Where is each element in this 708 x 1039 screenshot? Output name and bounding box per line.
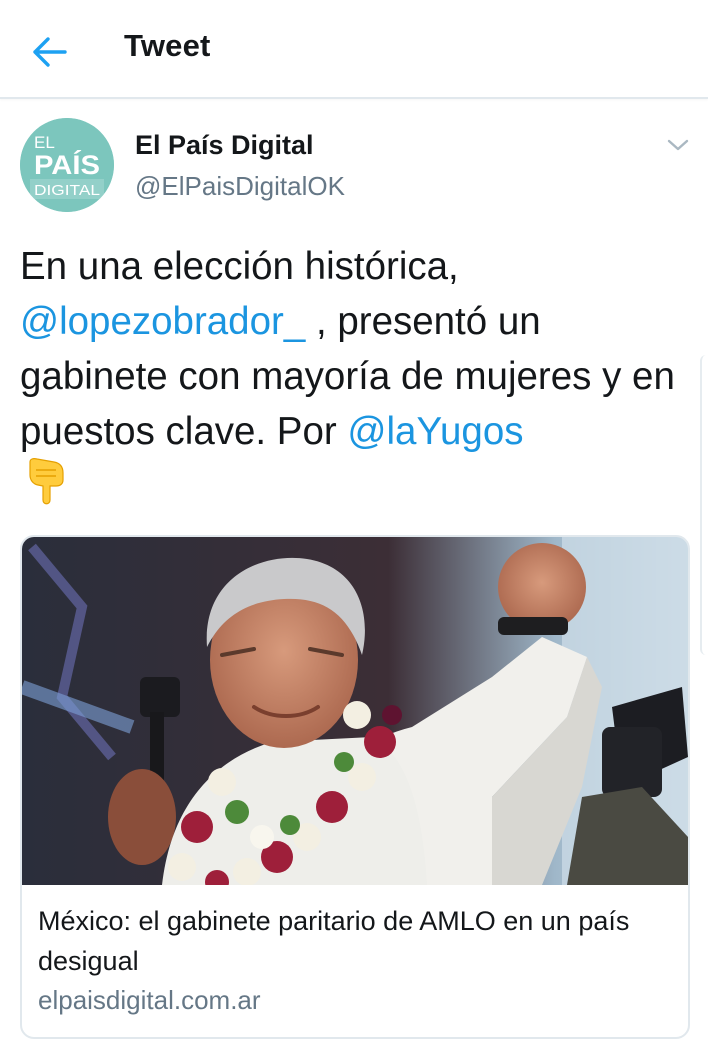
arrow-left-icon [33,37,67,67]
mention-link-lopezobrador[interactable]: @lopezobrador_ [20,300,305,343]
tweet-text-part1: En una elección histórica, [20,245,459,288]
account-handle[interactable]: @ElPaisDigitalOK [135,171,345,202]
tweet-menu-button[interactable] [664,134,692,156]
pointing-down-emoji-icon [26,458,66,506]
mention-link-layugos[interactable]: @laYugos [347,410,523,453]
tweet-text: En una elección histórica, @lopezobrador… [20,239,692,459]
back-button[interactable] [26,30,74,74]
avatar-text-line3: DIGITAL [34,182,100,199]
link-card[interactable]: México: el gabinete paritario de AMLO en… [20,535,690,1039]
card-domain: elpaisdigital.com.ar [38,985,261,1015]
card-image [22,537,688,885]
top-bar: Tweet [0,0,708,99]
card-title[interactable]: México: el gabinete paritario de AMLO en… [38,901,668,981]
account-name[interactable]: El País Digital [135,130,314,161]
chevron-down-icon [667,139,689,151]
scrollbar[interactable] [700,355,708,655]
page-title: Tweet [124,28,211,63]
avatar-text-line2: PAÍS [34,149,100,180]
avatar[interactable]: EL PAÍS DIGITAL [20,118,114,212]
